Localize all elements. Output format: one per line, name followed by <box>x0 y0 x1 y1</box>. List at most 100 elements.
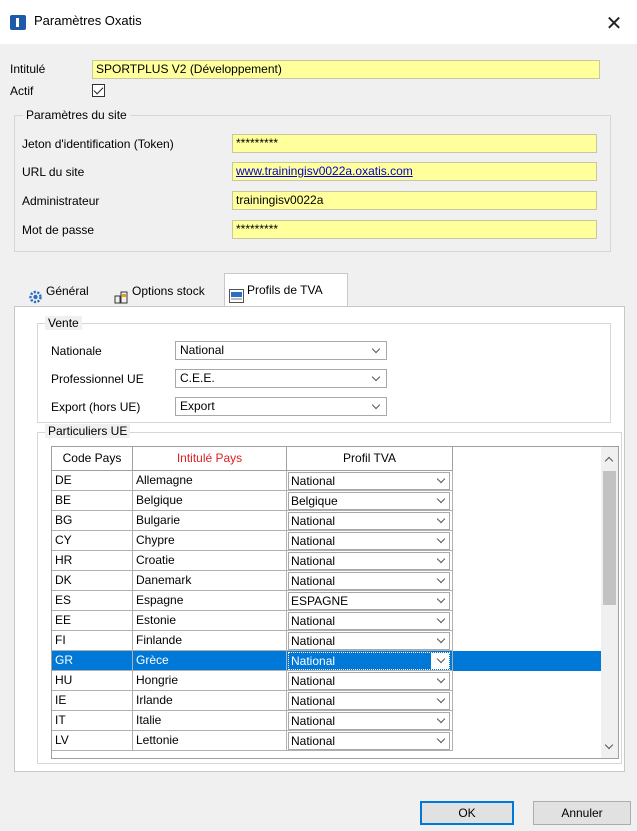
chevron-down-icon <box>367 370 386 387</box>
column-header-pays[interactable]: Intitulé Pays <box>133 447 287 471</box>
chevron-down-icon <box>431 473 449 489</box>
column-header-code[interactable]: Code Pays <box>52 447 133 471</box>
profil-tva-cell: National <box>287 671 453 691</box>
code-pays-cell: BE <box>52 491 133 511</box>
export-label: Export (hors UE) <box>51 400 141 414</box>
ok-button[interactable]: OK <box>420 801 514 825</box>
tab-profils-tva-label: Profils de TVA <box>247 283 323 297</box>
tab-general[interactable]: Général <box>24 275 104 307</box>
profil-tva-value: National <box>291 514 336 528</box>
window-title: Paramètres Oxatis <box>34 13 142 28</box>
pro-ue-value: C.E.E. <box>180 371 215 385</box>
table-row[interactable]: FI Finlande National <box>52 631 602 651</box>
profil-tva-value: National <box>291 674 336 688</box>
profil-tva-cell: National <box>287 571 453 591</box>
profil-tva-select[interactable]: National <box>288 572 450 590</box>
profil-tva-value: National <box>291 474 336 488</box>
code-pays-cell: IE <box>52 691 133 711</box>
intitule-pays-cell: Estonie <box>133 611 287 631</box>
profil-tva-cell: National <box>287 711 453 731</box>
table-row[interactable]: DE Allemagne National <box>52 471 602 491</box>
tva-tab-content: Vente Nationale National Professionnel U… <box>14 306 625 772</box>
chevron-down-icon <box>431 593 449 609</box>
profil-tva-cell: National <box>287 611 453 631</box>
profil-tva-select[interactable]: National <box>288 532 450 550</box>
profil-tva-select[interactable]: National <box>288 692 450 710</box>
url-field[interactable]: www.trainingisv0022a.oxatis.com <box>232 162 597 181</box>
export-select[interactable]: Export <box>175 397 387 416</box>
code-pays-cell: DE <box>52 471 133 491</box>
scroll-thumb[interactable] <box>603 471 616 605</box>
tva-icon <box>229 283 244 303</box>
table-row[interactable]: IT Italie National <box>52 711 602 731</box>
table-row[interactable]: ES Espagne ESPAGNE <box>52 591 602 611</box>
profil-tva-select[interactable]: Belgique <box>288 492 450 510</box>
intitule-pays-cell: Chypre <box>133 531 287 551</box>
profil-tva-select[interactable]: National <box>288 732 450 750</box>
token-label: Jeton d'identification (Token) <box>22 137 174 151</box>
actif-label: Actif <box>10 84 34 98</box>
admin-field[interactable]: trainingisv0022a <box>232 191 597 210</box>
column-header-profil[interactable]: Profil TVA <box>287 447 453 471</box>
profil-tva-select[interactable]: National <box>288 612 450 630</box>
export-value: Export <box>180 399 215 413</box>
code-pays-cell: GR <box>52 651 133 671</box>
table-row[interactable]: HR Croatie National <box>52 551 602 571</box>
gear-icon <box>28 284 43 304</box>
code-pays-cell: HR <box>52 551 133 571</box>
scroll-up-icon[interactable] <box>601 451 618 468</box>
table-row[interactable]: HU Hongrie National <box>52 671 602 691</box>
code-pays-cell: EE <box>52 611 133 631</box>
profil-tva-cell: National <box>287 691 453 711</box>
table-row[interactable]: LV Lettonie National <box>52 731 602 751</box>
table-row[interactable]: GR Grèce National <box>52 651 602 671</box>
password-field[interactable]: ********* <box>232 220 597 239</box>
code-pays-cell: IT <box>52 711 133 731</box>
profil-tva-select[interactable]: National <box>288 712 450 730</box>
chevron-down-icon <box>431 713 449 729</box>
chevron-down-icon <box>431 733 449 749</box>
tab-profils-tva[interactable]: Profils de TVA <box>224 273 348 307</box>
scroll-down-icon[interactable] <box>601 739 618 756</box>
profil-tva-select[interactable]: National <box>288 512 450 530</box>
table-row[interactable]: BG Bulgarie National <box>52 511 602 531</box>
table-row[interactable]: CY Chypre National <box>52 531 602 551</box>
profil-tva-select[interactable]: ESPAGNE <box>288 592 450 610</box>
intitule-pays-cell: Irlande <box>133 691 287 711</box>
pro-ue-select[interactable]: C.E.E. <box>175 369 387 388</box>
profil-tva-select[interactable]: National <box>288 672 450 690</box>
profil-tva-select[interactable]: National <box>288 652 450 670</box>
profil-tva-select[interactable]: National <box>288 472 450 490</box>
actif-checkbox[interactable] <box>92 84 105 97</box>
nationale-label: Nationale <box>51 344 102 358</box>
profil-tva-cell: National <box>287 651 453 671</box>
close-button[interactable]: ✕ <box>591 6 637 42</box>
profil-tva-value: National <box>291 614 336 628</box>
nationale-select[interactable]: National <box>175 341 387 360</box>
tab-options-stock[interactable]: Options stock <box>110 275 222 307</box>
pro-ue-label: Professionnel UE <box>51 372 144 386</box>
cancel-button[interactable]: Annuler <box>533 801 631 825</box>
profil-tva-select[interactable]: National <box>288 552 450 570</box>
table-row[interactable]: DK Danemark National <box>52 571 602 591</box>
site-settings-title: Paramètres du site <box>23 108 130 122</box>
profil-tva-value: National <box>291 654 336 668</box>
vertical-scrollbar[interactable] <box>601 447 618 758</box>
code-pays-cell: LV <box>52 731 133 751</box>
intitule-pays-cell: Italie <box>133 711 287 731</box>
table-row[interactable]: IE Irlande National <box>52 691 602 711</box>
profil-tva-select[interactable]: National <box>288 632 450 650</box>
profil-tva-cell: National <box>287 531 453 551</box>
table-row[interactable]: EE Estonie National <box>52 611 602 631</box>
table-row[interactable]: BE Belgique Belgique <box>52 491 602 511</box>
profil-tva-value: National <box>291 534 336 548</box>
intitule-pays-cell: Belgique <box>133 491 287 511</box>
profil-tva-value: National <box>291 694 336 708</box>
url-label: URL du site <box>22 165 85 179</box>
chevron-down-icon <box>431 633 449 649</box>
chevron-down-icon <box>431 493 449 509</box>
token-field[interactable]: ********* <box>232 134 597 153</box>
chevron-down-icon <box>431 513 449 529</box>
intitule-field[interactable]: SPORTPLUS V2 (Développement) <box>92 60 600 79</box>
intitule-pays-cell: Finlande <box>133 631 287 651</box>
